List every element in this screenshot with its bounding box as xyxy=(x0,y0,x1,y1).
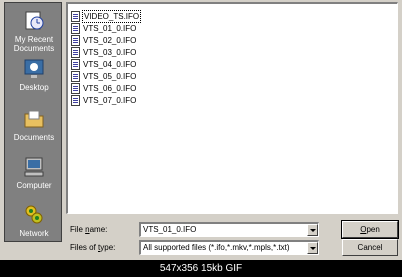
ifo-file-icon xyxy=(70,58,81,70)
chevron-down-icon xyxy=(309,246,316,250)
documents-folder-icon xyxy=(22,107,46,131)
file-type-dropdown-button[interactable] xyxy=(307,242,318,254)
list-item[interactable]: VTS_07_0.IFO xyxy=(70,94,137,106)
open-button[interactable]: Open xyxy=(341,220,399,239)
place-recent-documents[interactable]: My Recent Documents xyxy=(5,9,63,53)
list-item[interactable]: VTS_06_0.IFO xyxy=(70,82,137,94)
file-name: VTS_03_0.IFO xyxy=(83,47,137,57)
ifo-file-icon xyxy=(70,94,81,106)
list-item[interactable]: VTS_01_0.IFO xyxy=(70,22,137,34)
list-item[interactable]: VTS_02_0.IFO xyxy=(70,34,137,46)
place-label: My Recent Documents xyxy=(13,35,55,53)
recent-documents-icon xyxy=(22,9,46,33)
file-name: VTS_05_0.IFO xyxy=(83,71,137,81)
file-name: VTS_07_0.IFO xyxy=(83,95,137,105)
places-bar: My Recent Documents Desktop Documents Co… xyxy=(4,2,62,242)
list-item[interactable]: VTS_04_0.IFO xyxy=(70,58,137,70)
place-documents[interactable]: Documents xyxy=(5,107,63,142)
place-label: Documents xyxy=(13,133,55,142)
network-icon xyxy=(22,203,46,227)
place-computer[interactable]: Computer xyxy=(5,155,63,190)
file-type-value: All supported files (*.ifo,*.mkv,*.mpls,… xyxy=(143,243,290,252)
chevron-down-icon xyxy=(309,228,316,232)
list-item[interactable]: VTS_05_0.IFO xyxy=(70,70,137,82)
file-type-select[interactable]: All supported files (*.ifo,*.mkv,*.mpls,… xyxy=(139,240,319,255)
ifo-file-icon xyxy=(70,70,81,82)
list-item[interactable]: VIDEO_TS.IFO xyxy=(70,9,142,23)
open-file-dialog: My Recent Documents Desktop Documents Co… xyxy=(0,0,402,260)
ifo-file-icon xyxy=(70,82,81,94)
list-item[interactable]: VTS_03_0.IFO xyxy=(70,46,137,58)
image-caption: 547x356 15kb GIF xyxy=(0,260,402,277)
file-name: VTS_06_0.IFO xyxy=(83,83,137,93)
file-name-label: File name: xyxy=(70,225,108,234)
place-network[interactable]: Network xyxy=(5,203,63,238)
file-name-dropdown-button[interactable] xyxy=(307,224,318,236)
place-label: Network xyxy=(19,229,49,238)
place-label: Computer xyxy=(16,181,52,190)
desktop-icon xyxy=(22,57,46,81)
ifo-file-icon xyxy=(70,22,81,34)
file-name: VIDEO_TS.IFO xyxy=(82,9,142,23)
place-label: Desktop xyxy=(19,83,49,92)
computer-icon xyxy=(22,155,46,179)
file-list[interactable]: VIDEO_TS.IFO VTS_01_0.IFO VTS_02_0.IFO V… xyxy=(66,2,398,214)
ifo-file-icon xyxy=(70,46,81,58)
file-name: VTS_02_0.IFO xyxy=(83,35,137,45)
file-name-value: VTS_01_0.IFO xyxy=(143,225,197,234)
file-name-input[interactable]: VTS_01_0.IFO xyxy=(139,222,319,237)
file-name: VTS_01_0.IFO xyxy=(83,23,137,33)
file-name: VTS_04_0.IFO xyxy=(83,59,137,69)
ifo-file-icon xyxy=(70,10,81,22)
place-desktop[interactable]: Desktop xyxy=(5,57,63,92)
cancel-button[interactable]: Cancel xyxy=(342,239,398,256)
file-type-label: Files of type: xyxy=(70,243,116,252)
ifo-file-icon xyxy=(70,34,81,46)
